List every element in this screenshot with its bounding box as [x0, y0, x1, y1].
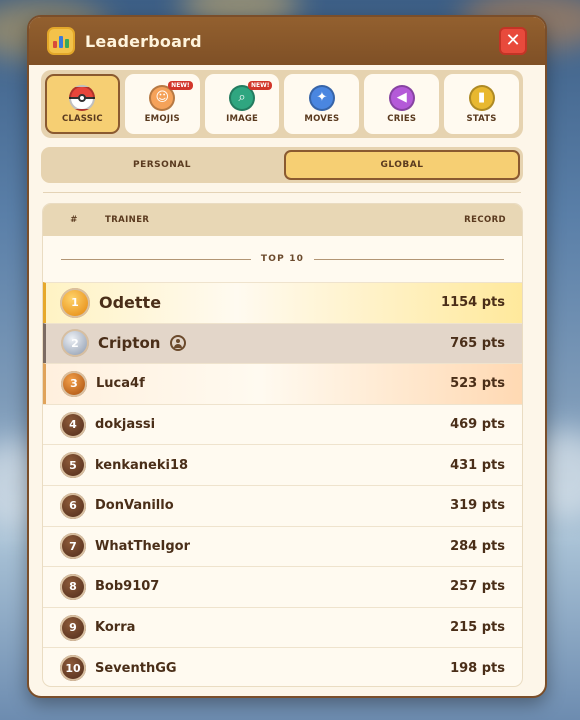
trainer-score: 319 pts	[450, 498, 505, 514]
leaderboard-logo-icon	[47, 27, 75, 55]
tab-label: CLASSIC	[61, 113, 103, 124]
section-line-right	[314, 258, 504, 260]
trainer-name: Odette	[99, 293, 162, 313]
new-badge: NEW!	[248, 81, 273, 90]
trainer-name: Korra	[95, 620, 136, 636]
mode-tabs: CLASSIC NEW! ☺ EMOJIS NEW! ⌕ IMAGE ✦ MOV…	[41, 70, 523, 138]
tab-emojis[interactable]: NEW! ☺ EMOJIS	[124, 74, 200, 134]
rank-badge: 4	[60, 411, 86, 438]
pokeball-icon	[69, 84, 96, 111]
trainer-score: 431 pts	[450, 457, 505, 473]
table-row[interactable]: 10 SeventhGG 198 pts	[43, 647, 522, 686]
rank-badge: 9	[60, 614, 86, 641]
rank-badge: 5	[60, 452, 86, 479]
table-row[interactable]: 9 Korra 215 pts	[43, 606, 522, 648]
section-line-left	[61, 258, 251, 260]
rank-badge: 2	[61, 329, 89, 358]
trainer-score: 1154 pts	[441, 295, 505, 311]
close-button[interactable]: ✕	[499, 27, 527, 55]
divider	[43, 192, 521, 193]
tab-label: CRIES	[387, 113, 417, 124]
table-row[interactable]: 6 DonVanillo 319 pts	[43, 484, 522, 526]
table-row[interactable]: 8 Bob9107 257 pts	[43, 566, 522, 607]
table-row[interactable]: 3 Luca4f 523 pts	[43, 363, 522, 404]
bar-chart-icon: ▮	[468, 84, 495, 111]
new-badge: NEW!	[168, 81, 193, 90]
trainer-score: 215 pts	[450, 620, 505, 636]
rank-badge: 8	[60, 573, 86, 600]
tab-label: STATS	[466, 113, 497, 124]
rank-badge: 10	[60, 655, 86, 682]
tab-label: EMOJIS	[144, 113, 180, 124]
trainer-name: kenkaneki18	[95, 457, 189, 473]
modal-title: Leaderboard	[85, 31, 202, 51]
leaderboard-table: # TRAINER RECORD TOP 10 1 Odette 1154 pt…	[42, 203, 523, 687]
trainer-score: 284 pts	[450, 538, 505, 554]
trainer-name: dokjassi	[95, 417, 156, 433]
rank-badge: 7	[60, 533, 86, 560]
tab-stats[interactable]: ▮ STATS	[444, 74, 519, 134]
tab-moves[interactable]: ✦ MOVES	[284, 74, 360, 134]
scope-toggle: PERSONAL GLOBAL	[41, 147, 523, 183]
table-row[interactable]: 2 Cripton 765 pts	[43, 322, 522, 364]
trainer-name: Luca4f	[96, 376, 145, 392]
table-row[interactable]: 1 Odette 1154 pts	[43, 282, 522, 323]
tab-image[interactable]: NEW! ⌕ IMAGE	[204, 74, 280, 134]
close-icon: ✕	[505, 30, 521, 51]
trainer-name: WhatTheIgor	[95, 538, 191, 554]
column-rank: #	[70, 215, 78, 225]
tab-label: IMAGE	[226, 113, 259, 124]
section-label: TOP 10	[260, 254, 305, 264]
rank-badge: 3	[61, 370, 87, 397]
trainer-name: SeventhGG	[95, 660, 177, 676]
trainer-score: 198 pts	[450, 660, 505, 676]
leaderboard-modal: Leaderboard ✕ CLASSIC NEW! ☺ EMOJIS NEW!…	[27, 15, 547, 698]
table-row[interactable]: 7 WhatTheIgor 284 pts	[43, 525, 522, 567]
column-trainer: TRAINER	[105, 215, 150, 225]
trainer-name: DonVanillo	[95, 498, 174, 514]
section-divider: TOP 10	[43, 236, 522, 282]
user-profile-icon[interactable]	[170, 335, 187, 352]
table-row[interactable]: 4 dokjassi 469 pts	[43, 403, 522, 445]
table-header: # TRAINER RECORD	[43, 204, 522, 236]
sparkle-icon: ✦	[308, 84, 335, 111]
column-record: RECORD	[464, 215, 506, 225]
modal-header: Leaderboard ✕	[29, 17, 545, 65]
trainer-name: Cripton	[98, 334, 161, 353]
rank-badge: 1	[60, 287, 90, 318]
trainer-score: 765 pts	[450, 335, 505, 351]
trainer-score: 523 pts	[450, 376, 505, 392]
tab-label: MOVES	[304, 113, 340, 124]
trainer-score: 469 pts	[450, 417, 505, 433]
trainer-name: Bob9107	[95, 579, 160, 595]
tab-global[interactable]: GLOBAL	[284, 150, 520, 180]
tab-cries[interactable]: ◀ CRIES	[364, 74, 440, 134]
rank-badge: 6	[60, 492, 86, 519]
speaker-icon: ◀	[388, 84, 415, 111]
tab-classic[interactable]: CLASSIC	[45, 74, 120, 134]
table-row[interactable]: 5 kenkaneki18 431 pts	[43, 444, 522, 485]
trainer-score: 257 pts	[450, 579, 505, 595]
tab-personal[interactable]: PERSONAL	[44, 150, 280, 180]
